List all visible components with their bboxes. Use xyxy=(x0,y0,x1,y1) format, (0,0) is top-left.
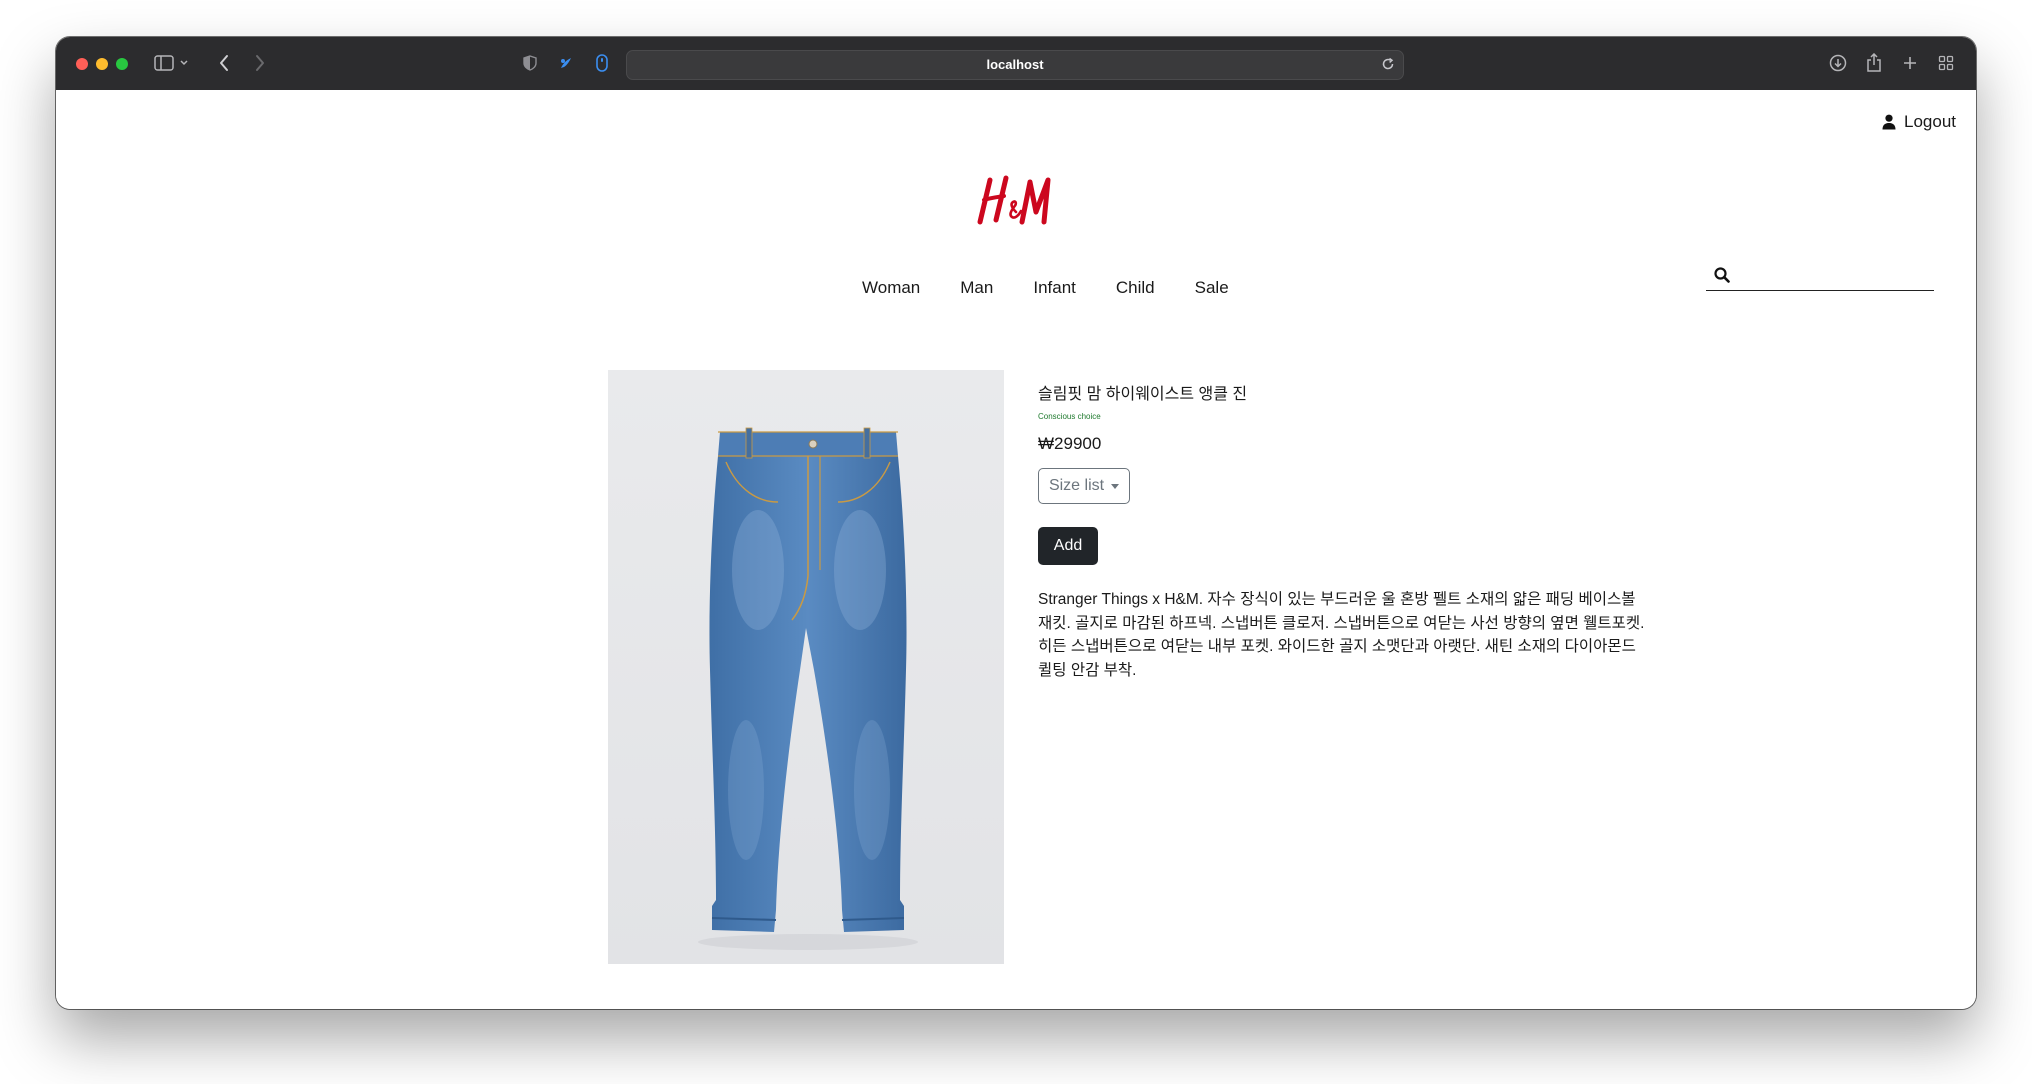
download-icon xyxy=(1829,54,1847,72)
url-text: localhost xyxy=(986,57,1044,72)
jeans-photo xyxy=(698,427,918,950)
privacy-shield-button[interactable] xyxy=(520,51,540,75)
nav-item-sale[interactable]: Sale xyxy=(1175,276,1249,300)
back-button[interactable] xyxy=(214,51,234,75)
browser-window: localhost Logout Woman Man Infant Child … xyxy=(56,37,1976,1009)
extension-icon xyxy=(561,58,571,68)
mouse-icon xyxy=(596,54,608,72)
address-bar[interactable]: localhost xyxy=(626,50,1404,80)
size-list-label: Size list xyxy=(1048,477,1105,494)
forward-button[interactable] xyxy=(250,51,270,75)
page-content: Logout Woman Man Infant Child Sale 슬림핏 맘… xyxy=(56,90,1976,1009)
sidebar-toggle-button[interactable] xyxy=(152,51,192,75)
chevron-left-icon xyxy=(220,55,228,71)
new-tab-button[interactable] xyxy=(1898,51,1922,75)
close-window-button[interactable] xyxy=(76,58,88,70)
chevron-right-icon xyxy=(256,55,264,71)
size-list-dropdown[interactable]: Size list xyxy=(1038,468,1130,504)
nav-item-child[interactable]: Child xyxy=(1096,276,1175,300)
extension-button-2[interactable] xyxy=(592,51,612,75)
sidebar-icon xyxy=(154,55,188,71)
downloads-button[interactable] xyxy=(1826,51,1850,75)
main-nav: Woman Man Infant Child Sale xyxy=(842,276,1249,300)
nav-item-man[interactable]: Man xyxy=(940,276,1013,300)
product-image xyxy=(608,370,1004,964)
tab-overview-button[interactable] xyxy=(1934,51,1958,75)
product-price: ₩29900 xyxy=(1038,434,1102,453)
share-icon xyxy=(1867,53,1881,72)
zoom-window-button[interactable] xyxy=(116,58,128,70)
nav-item-woman[interactable]: Woman xyxy=(842,276,940,300)
hm-logo[interactable] xyxy=(976,172,1056,230)
conscious-choice-tag: Conscious choice xyxy=(1038,412,1101,421)
hm-logo-mark xyxy=(977,175,1051,225)
search-icon[interactable] xyxy=(1714,267,1730,283)
browser-toolbar: localhost xyxy=(56,37,1976,91)
product-title: 슬림핏 맘 하이웨이스트 앵클 진 xyxy=(1038,386,1248,403)
logout-button[interactable]: Logout xyxy=(1882,110,1956,134)
share-button[interactable] xyxy=(1862,51,1886,75)
logout-label: Logout xyxy=(1904,112,1956,131)
caret-down-icon xyxy=(1111,483,1120,489)
user-icon xyxy=(1882,114,1896,130)
search-input[interactable] xyxy=(1738,262,1932,290)
product-description: Stranger Things x H&M. 자수 장식이 있는 부드러운 울 … xyxy=(1038,591,1645,679)
reload-icon[interactable] xyxy=(1381,57,1395,71)
plus-icon xyxy=(1904,57,1916,69)
minimize-window-button[interactable] xyxy=(96,58,108,70)
add-to-cart-button[interactable]: Add xyxy=(1038,527,1098,565)
nav-item-infant[interactable]: Infant xyxy=(1013,276,1096,300)
search-box xyxy=(1706,260,1934,291)
extension-button-1[interactable] xyxy=(556,51,576,75)
shield-icon xyxy=(523,55,537,71)
tab-grid-icon xyxy=(1938,55,1954,71)
